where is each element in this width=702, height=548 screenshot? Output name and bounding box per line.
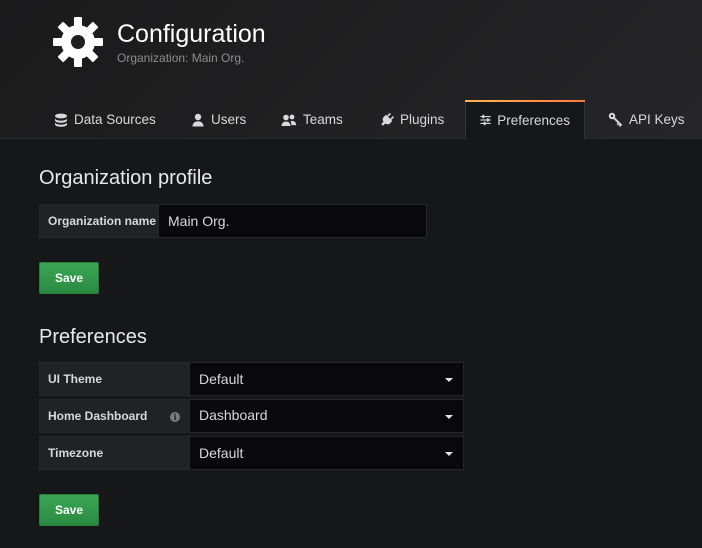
home-dashboard-label-cell: Home Dashboard i — [39, 399, 190, 433]
chevron-down-icon — [445, 378, 453, 382]
preferences-save-button[interactable]: Save — [39, 494, 99, 526]
home-dashboard-label: Home Dashboard — [48, 409, 148, 423]
database-icon — [55, 113, 67, 127]
plug-icon — [381, 112, 394, 126]
page-title: Configuration — [117, 20, 266, 48]
tab-label: API Keys — [629, 112, 685, 127]
page-subtitle: Organization: Main Org. — [117, 51, 245, 65]
info-icon[interactable]: i — [170, 412, 180, 422]
preferences-heading: Preferences — [39, 326, 147, 348]
org-name-input[interactable]: Main Org. — [159, 204, 427, 238]
ui-theme-select[interactable]: Default — [190, 362, 464, 396]
timezone-select[interactable]: Default — [190, 436, 464, 470]
tab-bar: Data Sources Users Teams Plugins Prefere… — [0, 100, 702, 139]
tab-api-keys[interactable]: API Keys — [608, 100, 685, 139]
home-dashboard-value: Dashboard — [199, 407, 268, 423]
user-icon — [192, 113, 204, 126]
timezone-label: Timezone — [39, 436, 190, 470]
ui-theme-label: UI Theme — [39, 362, 190, 396]
tab-label: Data Sources — [74, 112, 156, 127]
tab-teams[interactable]: Teams — [281, 100, 343, 139]
ui-theme-row: UI Theme Default — [39, 362, 464, 396]
org-profile-heading: Organization profile — [39, 167, 213, 189]
tab-label: Teams — [303, 112, 343, 127]
sliders-icon — [480, 114, 491, 126]
home-dashboard-row: Home Dashboard i Dashboard — [39, 399, 464, 433]
gear-icon — [53, 17, 103, 67]
chevron-down-icon — [445, 415, 453, 419]
org-save-button[interactable]: Save — [39, 262, 99, 294]
ui-theme-value: Default — [199, 371, 244, 387]
tab-label: Preferences — [497, 112, 570, 128]
tab-users[interactable]: Users — [191, 100, 246, 139]
timezone-value: Default — [199, 445, 244, 461]
users-icon — [281, 114, 297, 126]
tab-data-sources[interactable]: Data Sources — [54, 100, 156, 139]
tab-label: Plugins — [400, 112, 445, 127]
org-name-label: Organization name — [39, 204, 159, 238]
chevron-down-icon — [445, 452, 453, 456]
page-header: Configuration Organization: Main Org. Da… — [0, 0, 702, 139]
tab-plugins[interactable]: Plugins — [380, 100, 444, 139]
tab-label: Users — [211, 112, 247, 127]
tab-preferences[interactable]: Preferences — [465, 100, 585, 139]
timezone-row: Timezone Default — [39, 436, 464, 470]
home-dashboard-select[interactable]: Dashboard — [190, 399, 464, 433]
key-icon — [608, 112, 623, 127]
org-name-row: Organization name Main Org. — [39, 204, 427, 238]
